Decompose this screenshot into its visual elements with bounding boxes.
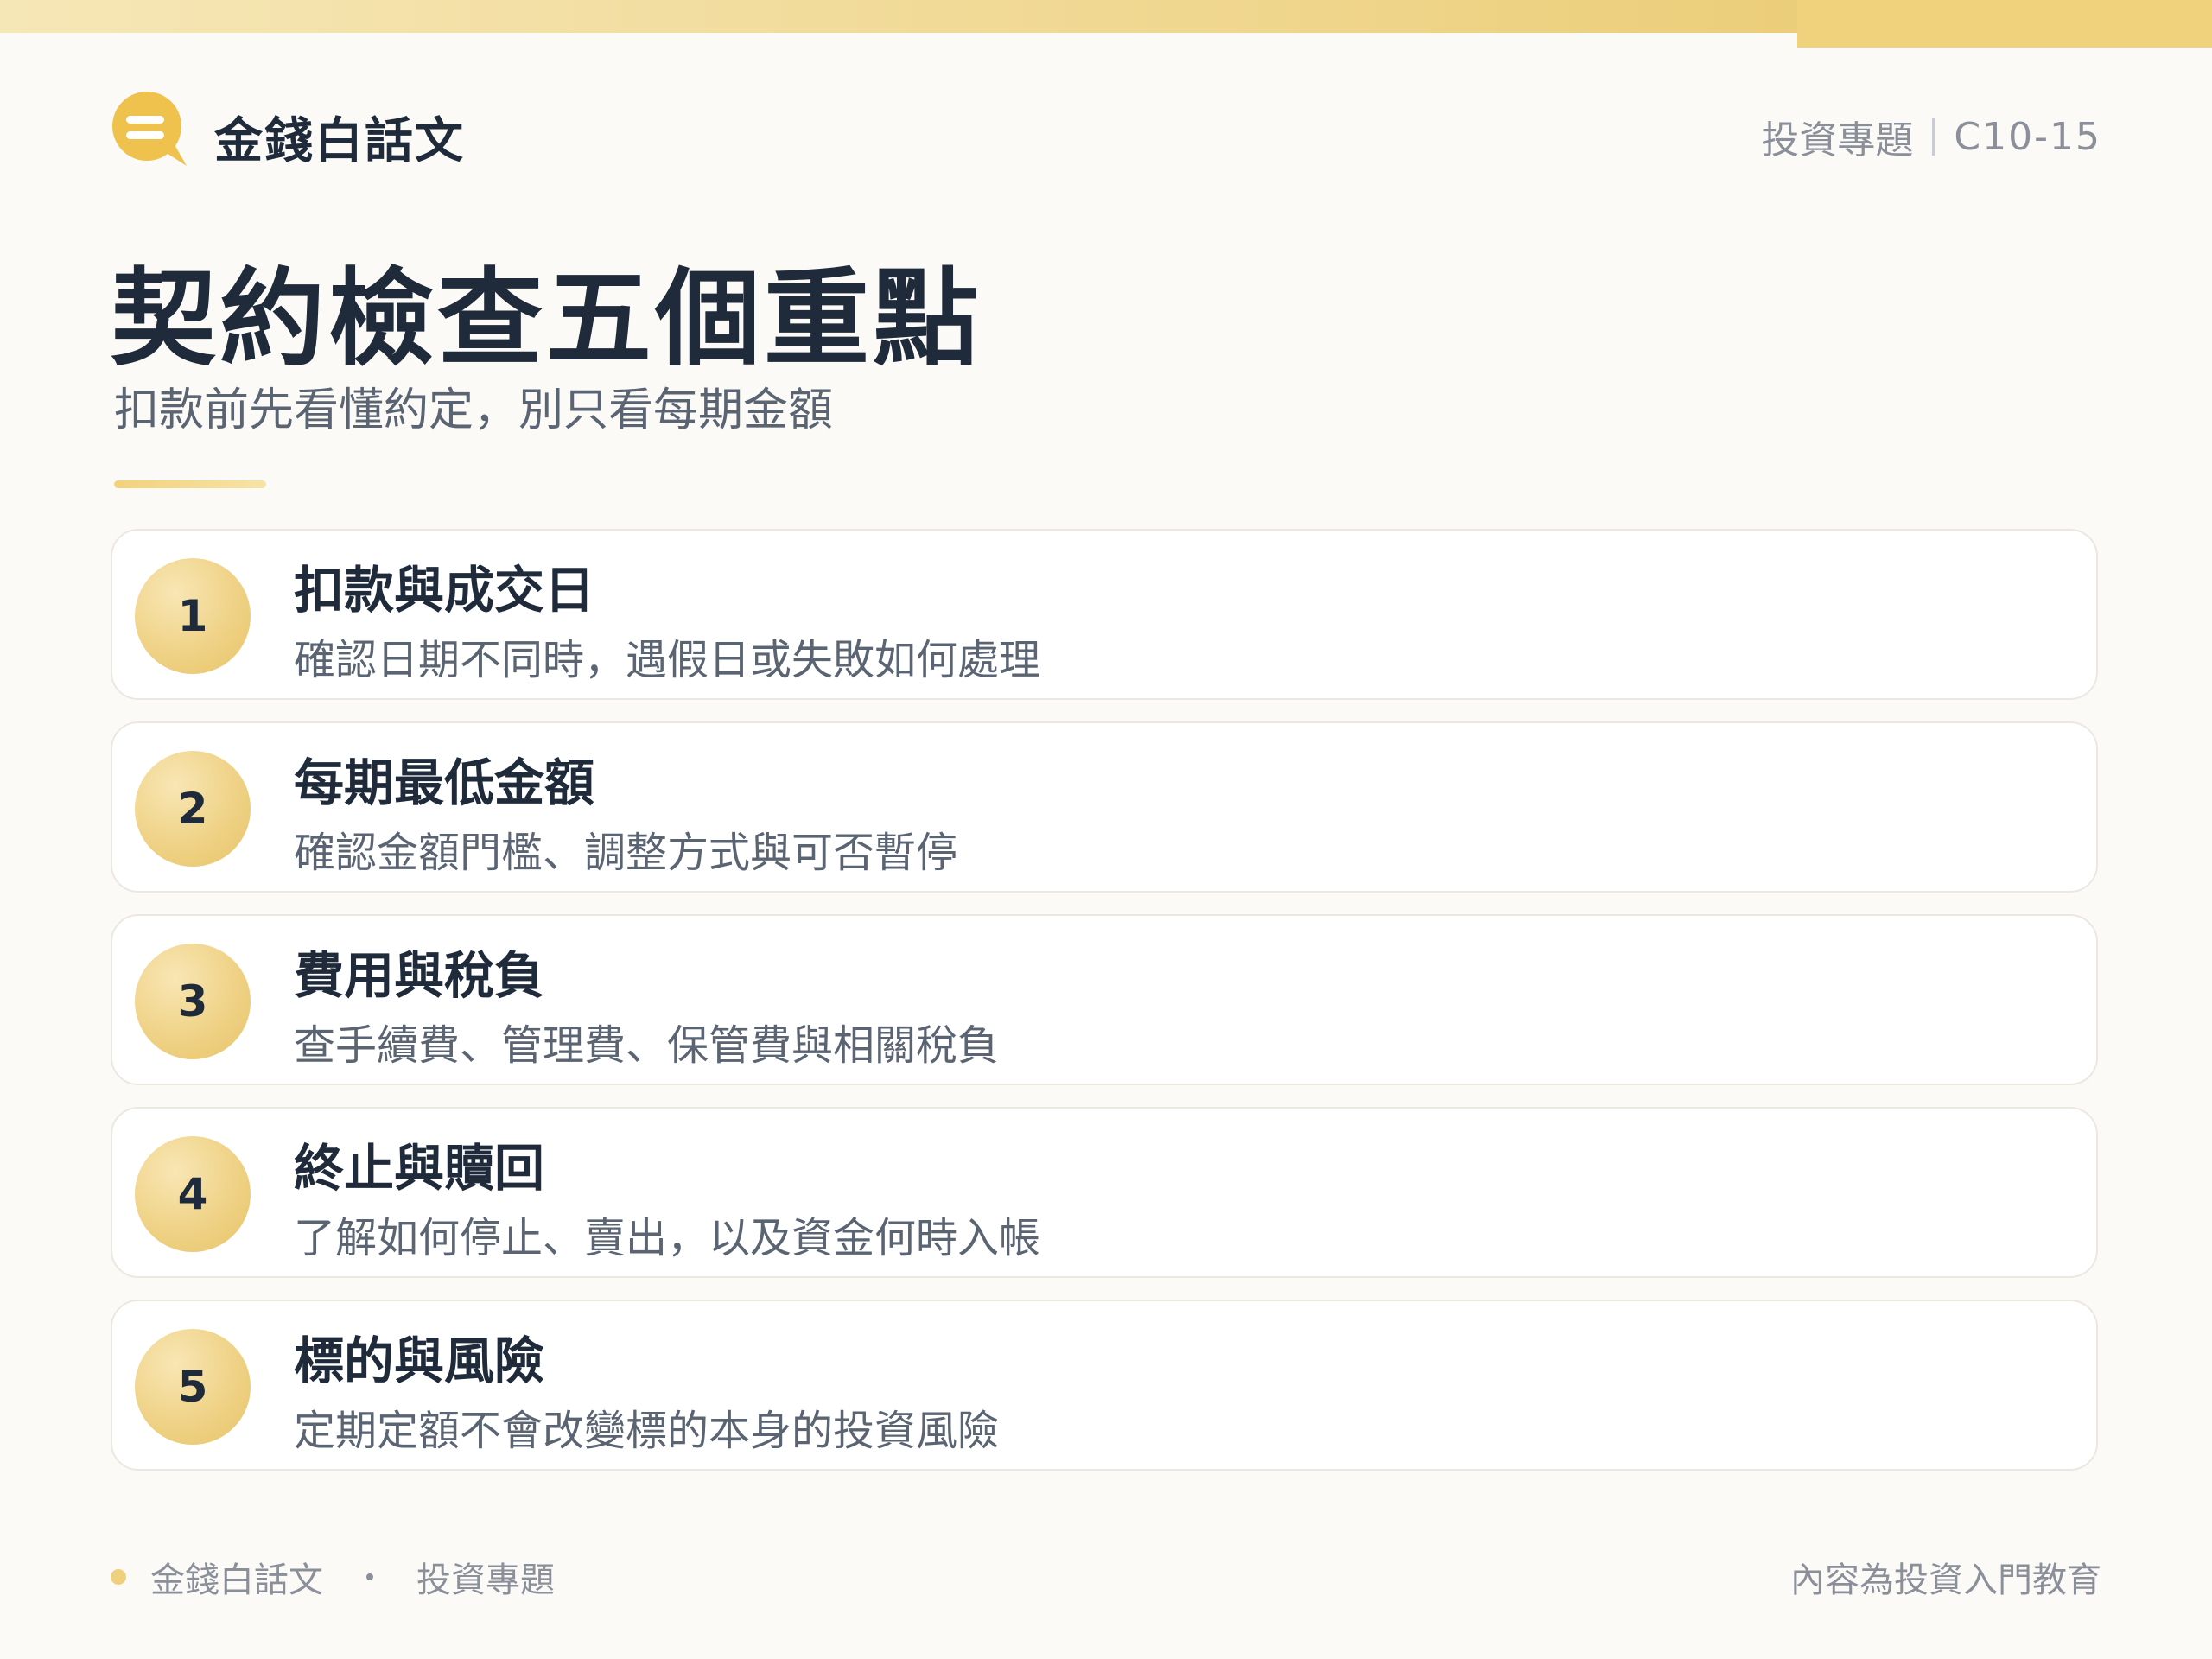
item-description: 查手續費、管理費、保管費與相關稅負 (294, 1021, 1000, 1070)
footer-left: 金錢白話文 投資專題 (111, 1552, 555, 1602)
checklist-item: 1 扣款與成交日 確認日期不同時，遇假日或失敗如何處理 (111, 529, 2098, 700)
header-code: C10-15 (1954, 114, 2101, 159)
item-number-badge: 5 (135, 1329, 251, 1445)
footer: 金錢白話文 投資專題 內容為投資入門教育 (111, 1552, 2101, 1604)
item-description: 確認日期不同時，遇假日或失敗如何處理 (294, 636, 1041, 684)
item-description: 確認金額門檻、調整方式與可否暫停 (294, 829, 958, 877)
footer-separator-icon (366, 1573, 373, 1580)
chat-bubble-icon (112, 92, 187, 166)
item-title: 每期最低金額 (294, 753, 595, 812)
header-meta: 投資專題 C10-15 (1761, 109, 2101, 164)
item-title: 費用與稅負 (294, 946, 545, 1005)
header: 金錢白話文 投資專題 C10-15 (111, 90, 2101, 176)
checklist: 1 扣款與成交日 確認日期不同時，遇假日或失敗如何處理 2 每期最低金額 確認金… (111, 529, 2101, 1492)
item-title: 扣款與成交日 (294, 561, 595, 620)
footer-dot-icon (111, 1569, 126, 1585)
item-description: 定期定額不會改變標的本身的投資風險 (294, 1407, 1000, 1455)
item-description: 了解如何停止、賣出，以及資金何時入帳 (294, 1214, 1041, 1262)
item-number-badge: 3 (135, 944, 251, 1059)
header-category: 投資專題 (1761, 118, 1914, 162)
item-title: 標的與風險 (294, 1332, 545, 1390)
page-subtitle: 扣款前先看懂約定，別只看每期金額 (114, 385, 834, 436)
brand-name: 金錢白話文 (214, 113, 465, 169)
title-underline (114, 480, 266, 488)
item-number-badge: 4 (135, 1136, 251, 1252)
footer-category: 投資專題 (416, 1560, 555, 1600)
top-accent-tab (1797, 0, 2212, 48)
checklist-item: 2 每期最低金額 確認金額門檻、調整方式與可否暫停 (111, 721, 2098, 893)
item-title: 終止與贖回 (294, 1139, 545, 1198)
checklist-item: 4 終止與贖回 了解如何停止、賣出，以及資金何時入帳 (111, 1107, 2098, 1278)
footer-brand: 金錢白話文 (150, 1560, 323, 1600)
item-number-badge: 1 (135, 558, 251, 674)
item-number-badge: 2 (135, 751, 251, 867)
header-divider (1932, 118, 1936, 156)
checklist-item: 3 費用與稅負 查手續費、管理費、保管費與相關稅負 (111, 914, 2098, 1085)
checklist-item: 5 標的與風險 定期定額不會改變標的本身的投資風險 (111, 1300, 2098, 1471)
page-title: 契約檢查五個重點 (111, 257, 982, 380)
footer-disclaimer: 內容為投資入門教育 (1790, 1560, 2101, 1600)
